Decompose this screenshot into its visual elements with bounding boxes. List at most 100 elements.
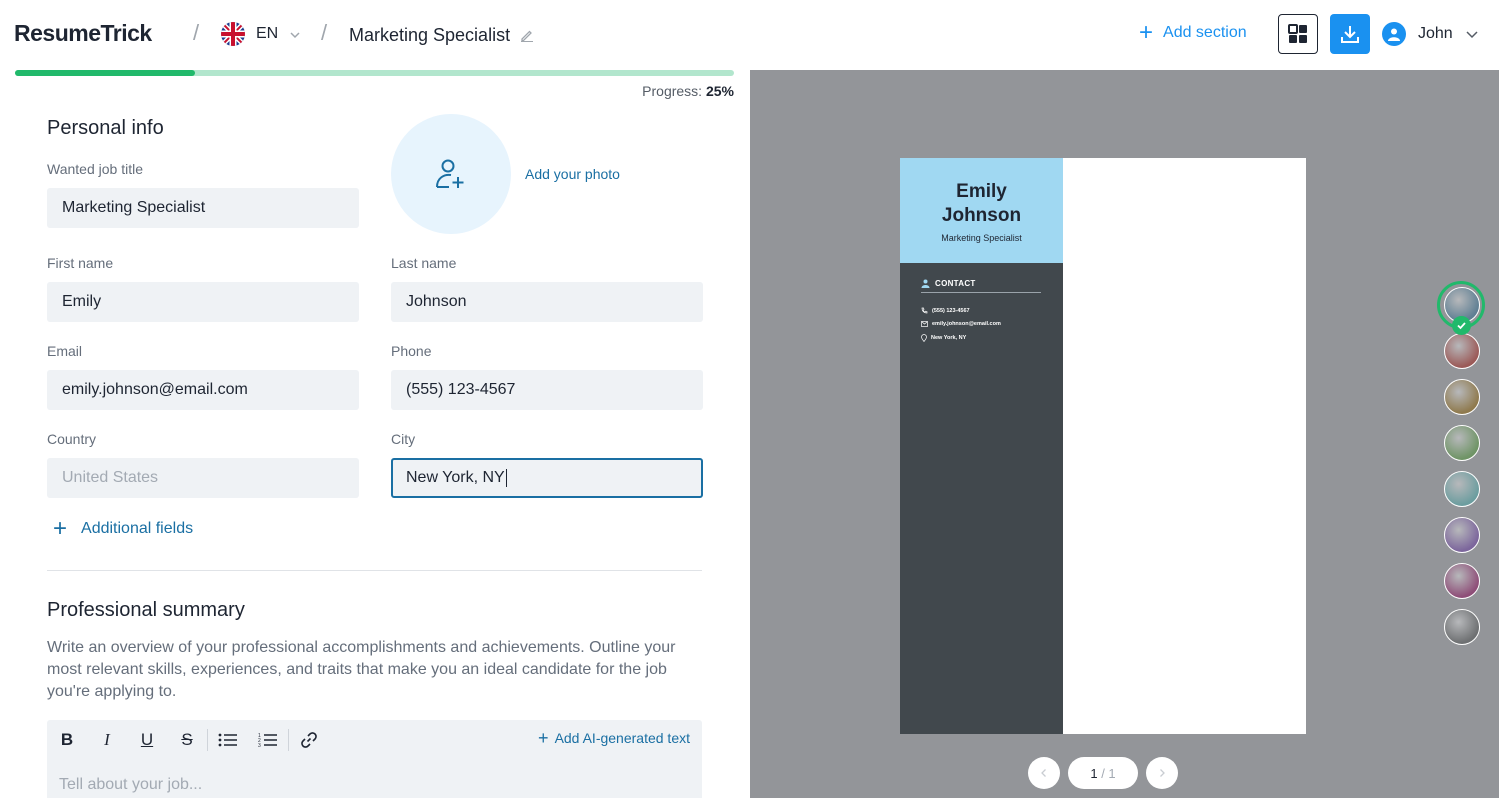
resume-header-block: Emily Johnson Marketing Specialist	[900, 158, 1063, 263]
summary-rich-text-editor[interactable]: B I U S 123 + Add AI-generated text Tell…	[47, 720, 702, 798]
resume-job-title: Marketing Specialist	[941, 233, 1022, 243]
progress-bar-fill	[15, 70, 195, 76]
link-icon	[301, 732, 317, 748]
add-ai-text-label: Add AI-generated text	[554, 730, 690, 746]
editor-placeholder[interactable]: Tell about your job...	[59, 776, 202, 794]
resume-first-name: Emily	[956, 181, 1007, 202]
color-swatch-green[interactable]	[1444, 425, 1480, 461]
chevron-down-icon[interactable]	[289, 28, 301, 46]
numbered-list-icon: 123	[258, 733, 277, 748]
color-swatch-magenta[interactable]	[1444, 563, 1480, 599]
contact-heading-label: CONTACT	[935, 279, 976, 288]
add-photo-button[interactable]	[391, 114, 511, 234]
download-button[interactable]	[1330, 14, 1370, 54]
professional-summary-description: Write an overview of your professional a…	[47, 639, 676, 700]
add-section-button[interactable]: + Add section	[1139, 19, 1247, 46]
user-menu[interactable]: John	[1382, 22, 1479, 46]
language-selector[interactable]: EN	[256, 25, 278, 43]
user-name: John	[1418, 25, 1453, 42]
color-swatch-gold[interactable]	[1444, 379, 1480, 415]
resume-location-text: New York, NY	[931, 335, 967, 341]
phone-label: Phone	[391, 343, 432, 359]
color-swatch-red[interactable]	[1444, 333, 1480, 369]
first-name-label: First name	[47, 255, 114, 271]
bold-button[interactable]: B	[47, 720, 87, 760]
chevron-left-icon	[1041, 769, 1046, 777]
mail-icon	[921, 321, 928, 327]
italic-button[interactable]: I	[87, 720, 127, 760]
plus-icon: +	[538, 728, 549, 748]
country-field[interactable]: United States	[47, 458, 359, 498]
first-name-field[interactable]: Emily	[47, 282, 359, 322]
additional-fields-button[interactable]: + Additional fields	[53, 515, 194, 542]
text-caret	[505, 469, 507, 487]
country-label: Country	[47, 431, 97, 447]
resume-phone-text: (555) 123-4567	[932, 307, 970, 314]
email-field[interactable]: emily.johnson@email.com	[47, 370, 359, 410]
logo-text-resume: Resume	[14, 20, 101, 46]
color-swatch-gray[interactable]	[1444, 609, 1480, 645]
templates-button[interactable]	[1278, 14, 1318, 54]
person-icon	[921, 279, 930, 288]
additional-fields-label: Additional fields	[81, 520, 194, 537]
plus-icon: +	[53, 515, 68, 542]
phone-field[interactable]: (555) 123-4567	[391, 370, 703, 410]
city-field[interactable]: New York, NY	[391, 458, 703, 498]
resume-last-name: Johnson	[941, 205, 1022, 226]
section-divider	[47, 570, 702, 571]
wanted-job-title-field[interactable]: Marketing Specialist	[47, 188, 359, 228]
previous-page-button[interactable]	[1028, 757, 1060, 789]
add-ai-text-button[interactable]: + Add AI-generated text	[538, 728, 690, 748]
resume-preview-panel: Emily Johnson Marketing Specialist CONTAC…	[750, 70, 1499, 798]
resume-email-text: emily.johnson@email.com	[932, 321, 1001, 327]
color-swatch-purple[interactable]	[1444, 517, 1480, 553]
chevron-down-icon	[1466, 31, 1478, 39]
templates-grid-icon	[1288, 24, 1307, 43]
location-pin-icon	[921, 334, 927, 342]
resume-sidebar: Emily Johnson Marketing Specialist CONTAC…	[900, 158, 1063, 734]
chevron-right-icon	[1160, 769, 1165, 777]
add-photo-link[interactable]: Add your photo	[525, 166, 620, 182]
download-icon	[1341, 26, 1359, 43]
city-label: City	[391, 431, 416, 447]
contact-heading: CONTACT	[921, 279, 976, 288]
page-indicator: 1 / 1	[1068, 757, 1138, 789]
uk-flag-icon[interactable]	[221, 22, 245, 46]
top-header: ResumeTrick / EN / Marketing Specialist …	[0, 0, 1499, 70]
page-current: 1	[1090, 765, 1098, 781]
strikethrough-button[interactable]: S	[167, 720, 207, 760]
insert-link-button[interactable]	[289, 720, 329, 760]
professional-summary-title: Professional summary	[47, 599, 245, 621]
wanted-job-title-label: Wanted job title	[47, 161, 143, 177]
underline-button[interactable]: U	[127, 720, 167, 760]
email-label: Email	[47, 343, 83, 359]
phone-icon	[921, 307, 928, 314]
resume-name: Emily Johnson	[900, 180, 1063, 228]
next-page-button[interactable]	[1146, 757, 1178, 789]
contact-divider	[921, 292, 1041, 293]
checkmark-icon	[1452, 316, 1471, 335]
bullet-list-button[interactable]	[208, 720, 248, 760]
logo-text-trick: Trick	[100, 20, 152, 46]
resume-email: emily.johnson@email.com	[921, 321, 1001, 327]
last-name-label: Last name	[391, 255, 457, 271]
progress-bar	[15, 70, 734, 76]
resume-editor-panel: Progress: 25% Personal info Wanted job t…	[0, 70, 750, 798]
breadcrumb-separator: /	[193, 20, 200, 45]
plus-icon: +	[1139, 19, 1154, 46]
bullet-list-icon	[218, 733, 237, 747]
progress-text: Progress: 25%	[642, 83, 734, 99]
svg-text:3: 3	[258, 743, 261, 748]
page-total: / 1	[1101, 765, 1116, 781]
pencil-icon[interactable]	[520, 28, 534, 47]
document-title[interactable]: Marketing Specialist	[349, 25, 510, 46]
resume-page[interactable]: Emily Johnson Marketing Specialist CONTAC…	[900, 158, 1306, 734]
resume-location: New York, NY	[921, 334, 966, 342]
numbered-list-button[interactable]: 123	[248, 720, 288, 760]
last-name-field[interactable]: Johnson	[391, 282, 703, 322]
user-avatar-icon	[1382, 22, 1406, 46]
resume-phone: (555) 123-4567	[921, 307, 970, 314]
city-field-value: New York, NY	[406, 469, 505, 486]
color-swatch-teal[interactable]	[1444, 471, 1480, 507]
resumetrick-logo[interactable]: ResumeTrick	[14, 20, 152, 47]
